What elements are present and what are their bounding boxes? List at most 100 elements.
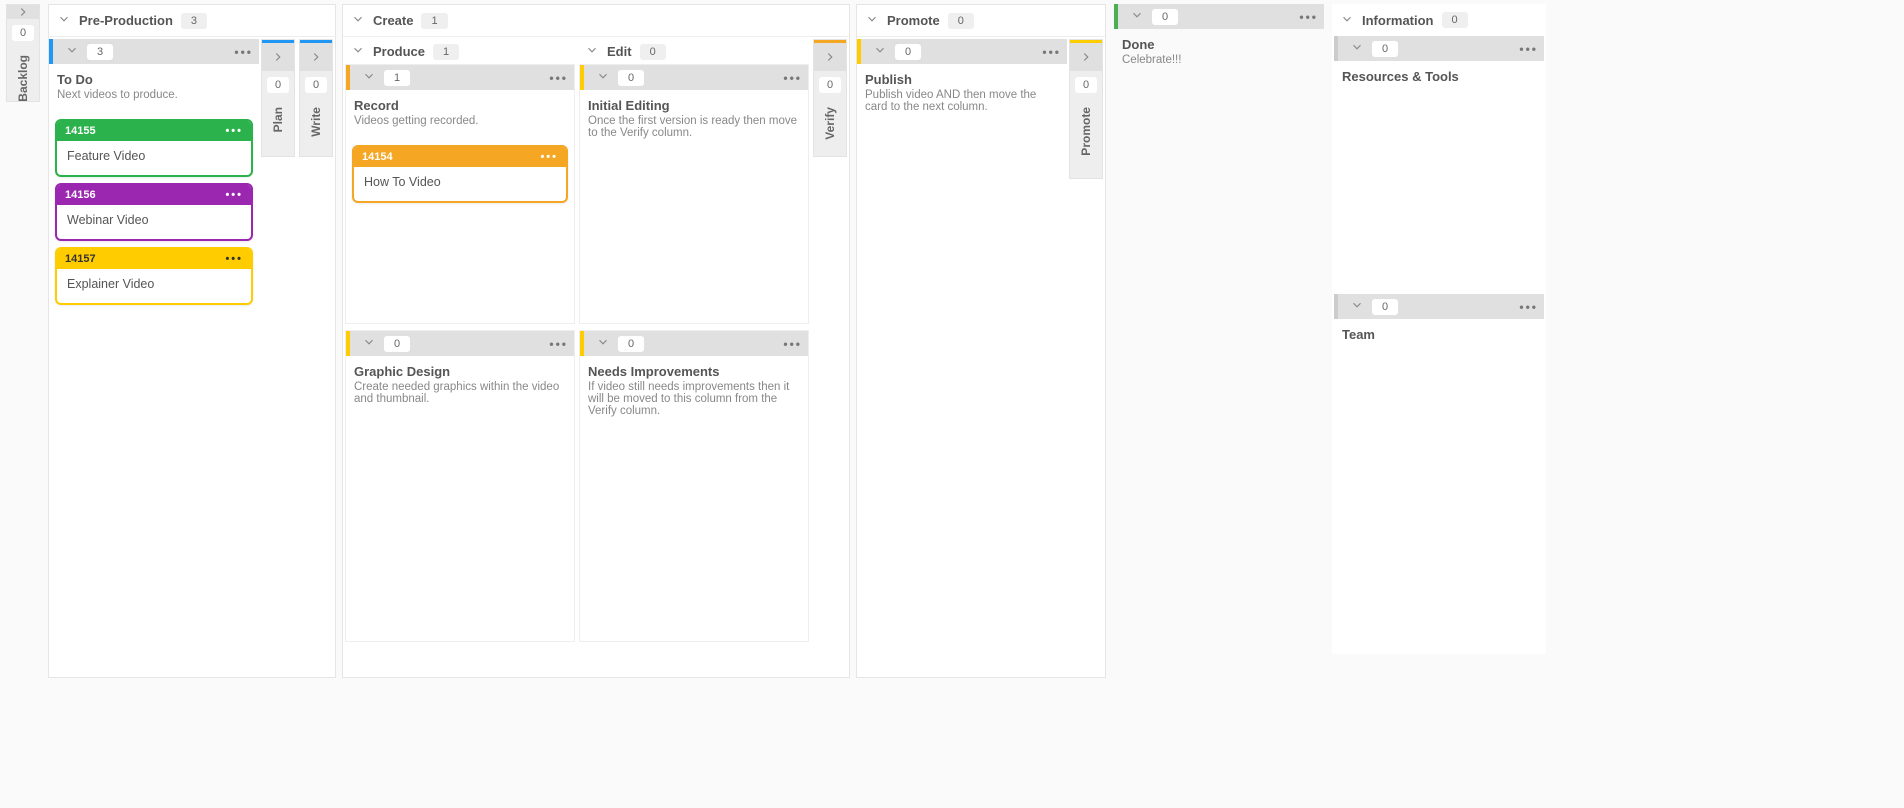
produce-count: 1 [433,44,459,60]
plan-title: Plan [271,99,285,140]
collapse-lane[interactable] [1350,298,1364,315]
expand-promote[interactable] [1070,43,1102,71]
lane-count: 0 [895,44,921,60]
collapse-lane[interactable] [65,43,79,60]
group-count: 0 [948,13,974,29]
card-menu[interactable]: ••• [225,125,243,137]
expand-write[interactable] [300,43,332,71]
column-write-collapsed[interactable]: 0 Write [299,39,333,157]
collapse-group[interactable] [57,12,71,29]
card-how-to-video[interactable]: 14154 ••• How To Video [352,145,568,203]
lane-desc: Next videos to produce. [49,89,259,109]
lane-count: 0 [618,336,644,352]
lane-title: Graphic Design [346,356,574,381]
chevron-right-icon [271,50,285,64]
lane-menu[interactable]: ••• [549,337,568,351]
lane-stripe [346,65,350,90]
group-title: Pre-Production [79,13,173,28]
card-id: 14154 [362,151,393,163]
chevron-right-icon [1079,50,1093,64]
lane-menu[interactable]: ••• [234,45,253,59]
lane-menu[interactable]: ••• [549,71,568,85]
collapse-lane[interactable] [362,69,376,86]
chevron-right-icon [823,50,837,64]
produce-title: Produce [373,44,425,59]
lane-title: Initial Editing [580,90,808,115]
chevron-down-icon [873,43,887,57]
card-menu[interactable]: ••• [540,151,558,163]
lane-title: Needs Improvements [580,356,808,381]
lane-title: To Do [49,64,259,89]
lane-count: 1 [384,70,410,86]
chevron-down-icon [596,69,610,83]
lane-title: Resources & Tools [1334,61,1544,86]
collapse-lane[interactable] [873,43,887,60]
lane-count: 0 [1372,299,1398,315]
supercolumn-edit: Edit 0 0 ••• Initial Editing Once the fi… [577,39,811,642]
lane-count: 0 [1152,9,1178,25]
edit-title: Edit [607,44,632,59]
collapse-lane[interactable] [1350,40,1364,57]
lane-menu[interactable]: ••• [783,337,802,351]
group-count: 1 [421,13,447,29]
group-information: Information 0 0 ••• Resources & Tools 0 … [1332,4,1546,654]
chevron-down-icon [1130,8,1144,22]
chevron-down-icon [351,12,365,26]
chevron-down-icon [865,12,879,26]
verify-count: 0 [819,77,841,93]
collapse-lane[interactable] [362,335,376,352]
collapse-group[interactable] [1340,12,1354,29]
card-title: How To Video [354,167,566,201]
chevron-right-icon [16,5,30,19]
column-verify-collapsed[interactable]: 0 Verify [813,39,847,157]
chevron-down-icon [596,335,610,349]
chevron-down-icon [57,12,71,26]
plan-count: 0 [267,77,289,93]
chevron-down-icon [1340,12,1354,26]
collapse-group[interactable] [865,12,879,29]
backlog-count: 0 [12,25,34,41]
card-webinar-video[interactable]: 14156 ••• Webinar Video [55,183,253,241]
lane-title: Done [1114,29,1324,54]
lane-menu[interactable]: ••• [1299,10,1318,24]
lane-menu[interactable]: ••• [1519,300,1538,314]
column-plan-collapsed[interactable]: 0 Plan [261,39,295,157]
lane-resources: 0 ••• Resources & Tools [1334,36,1544,286]
edit-count: 0 [640,44,666,60]
column-promote-collapsed[interactable]: 0 Promote [1069,39,1103,179]
card-menu[interactable]: ••• [225,253,243,265]
group-title: Create [373,13,413,28]
lane-count: 0 [618,70,644,86]
lane-desc: If video still needs improvements then i… [580,381,808,425]
expand-backlog[interactable] [7,5,39,19]
column-backlog-collapsed[interactable]: 0 Backlog [6,4,40,102]
lane-menu[interactable]: ••• [1042,45,1061,59]
collapse-lane[interactable] [1130,8,1144,25]
lane-title: Team [1334,319,1544,344]
collapse-lane[interactable] [596,69,610,86]
group-title: Promote [887,13,940,28]
collapse-lane[interactable] [596,335,610,352]
card-explainer-video[interactable]: 14157 ••• Explainer Video [55,247,253,305]
chevron-down-icon [65,43,79,57]
lane-done: 0 ••• Done Celebrate!!! [1114,4,1324,674]
lane-stripe [1114,4,1118,29]
group-count: 3 [181,13,207,29]
card-feature-video[interactable]: 14155 ••• Feature Video [55,119,253,177]
collapse-edit[interactable] [585,43,599,60]
lane-menu[interactable]: ••• [783,71,802,85]
collapse-produce[interactable] [351,43,365,60]
lane-stripe [857,39,861,64]
expand-verify[interactable] [814,43,846,71]
lane-title: Record [346,90,574,115]
lane-menu[interactable]: ••• [1519,42,1538,56]
write-count: 0 [305,77,327,93]
backlog-title: Backlog [16,47,30,110]
card-id: 14157 [65,253,96,265]
collapse-group[interactable] [351,12,365,29]
lane-desc: Videos getting recorded. [346,115,574,135]
card-menu[interactable]: ••• [225,189,243,201]
lane-count: 0 [1372,41,1398,57]
lane-stripe [1334,294,1338,319]
expand-plan[interactable] [262,43,294,71]
